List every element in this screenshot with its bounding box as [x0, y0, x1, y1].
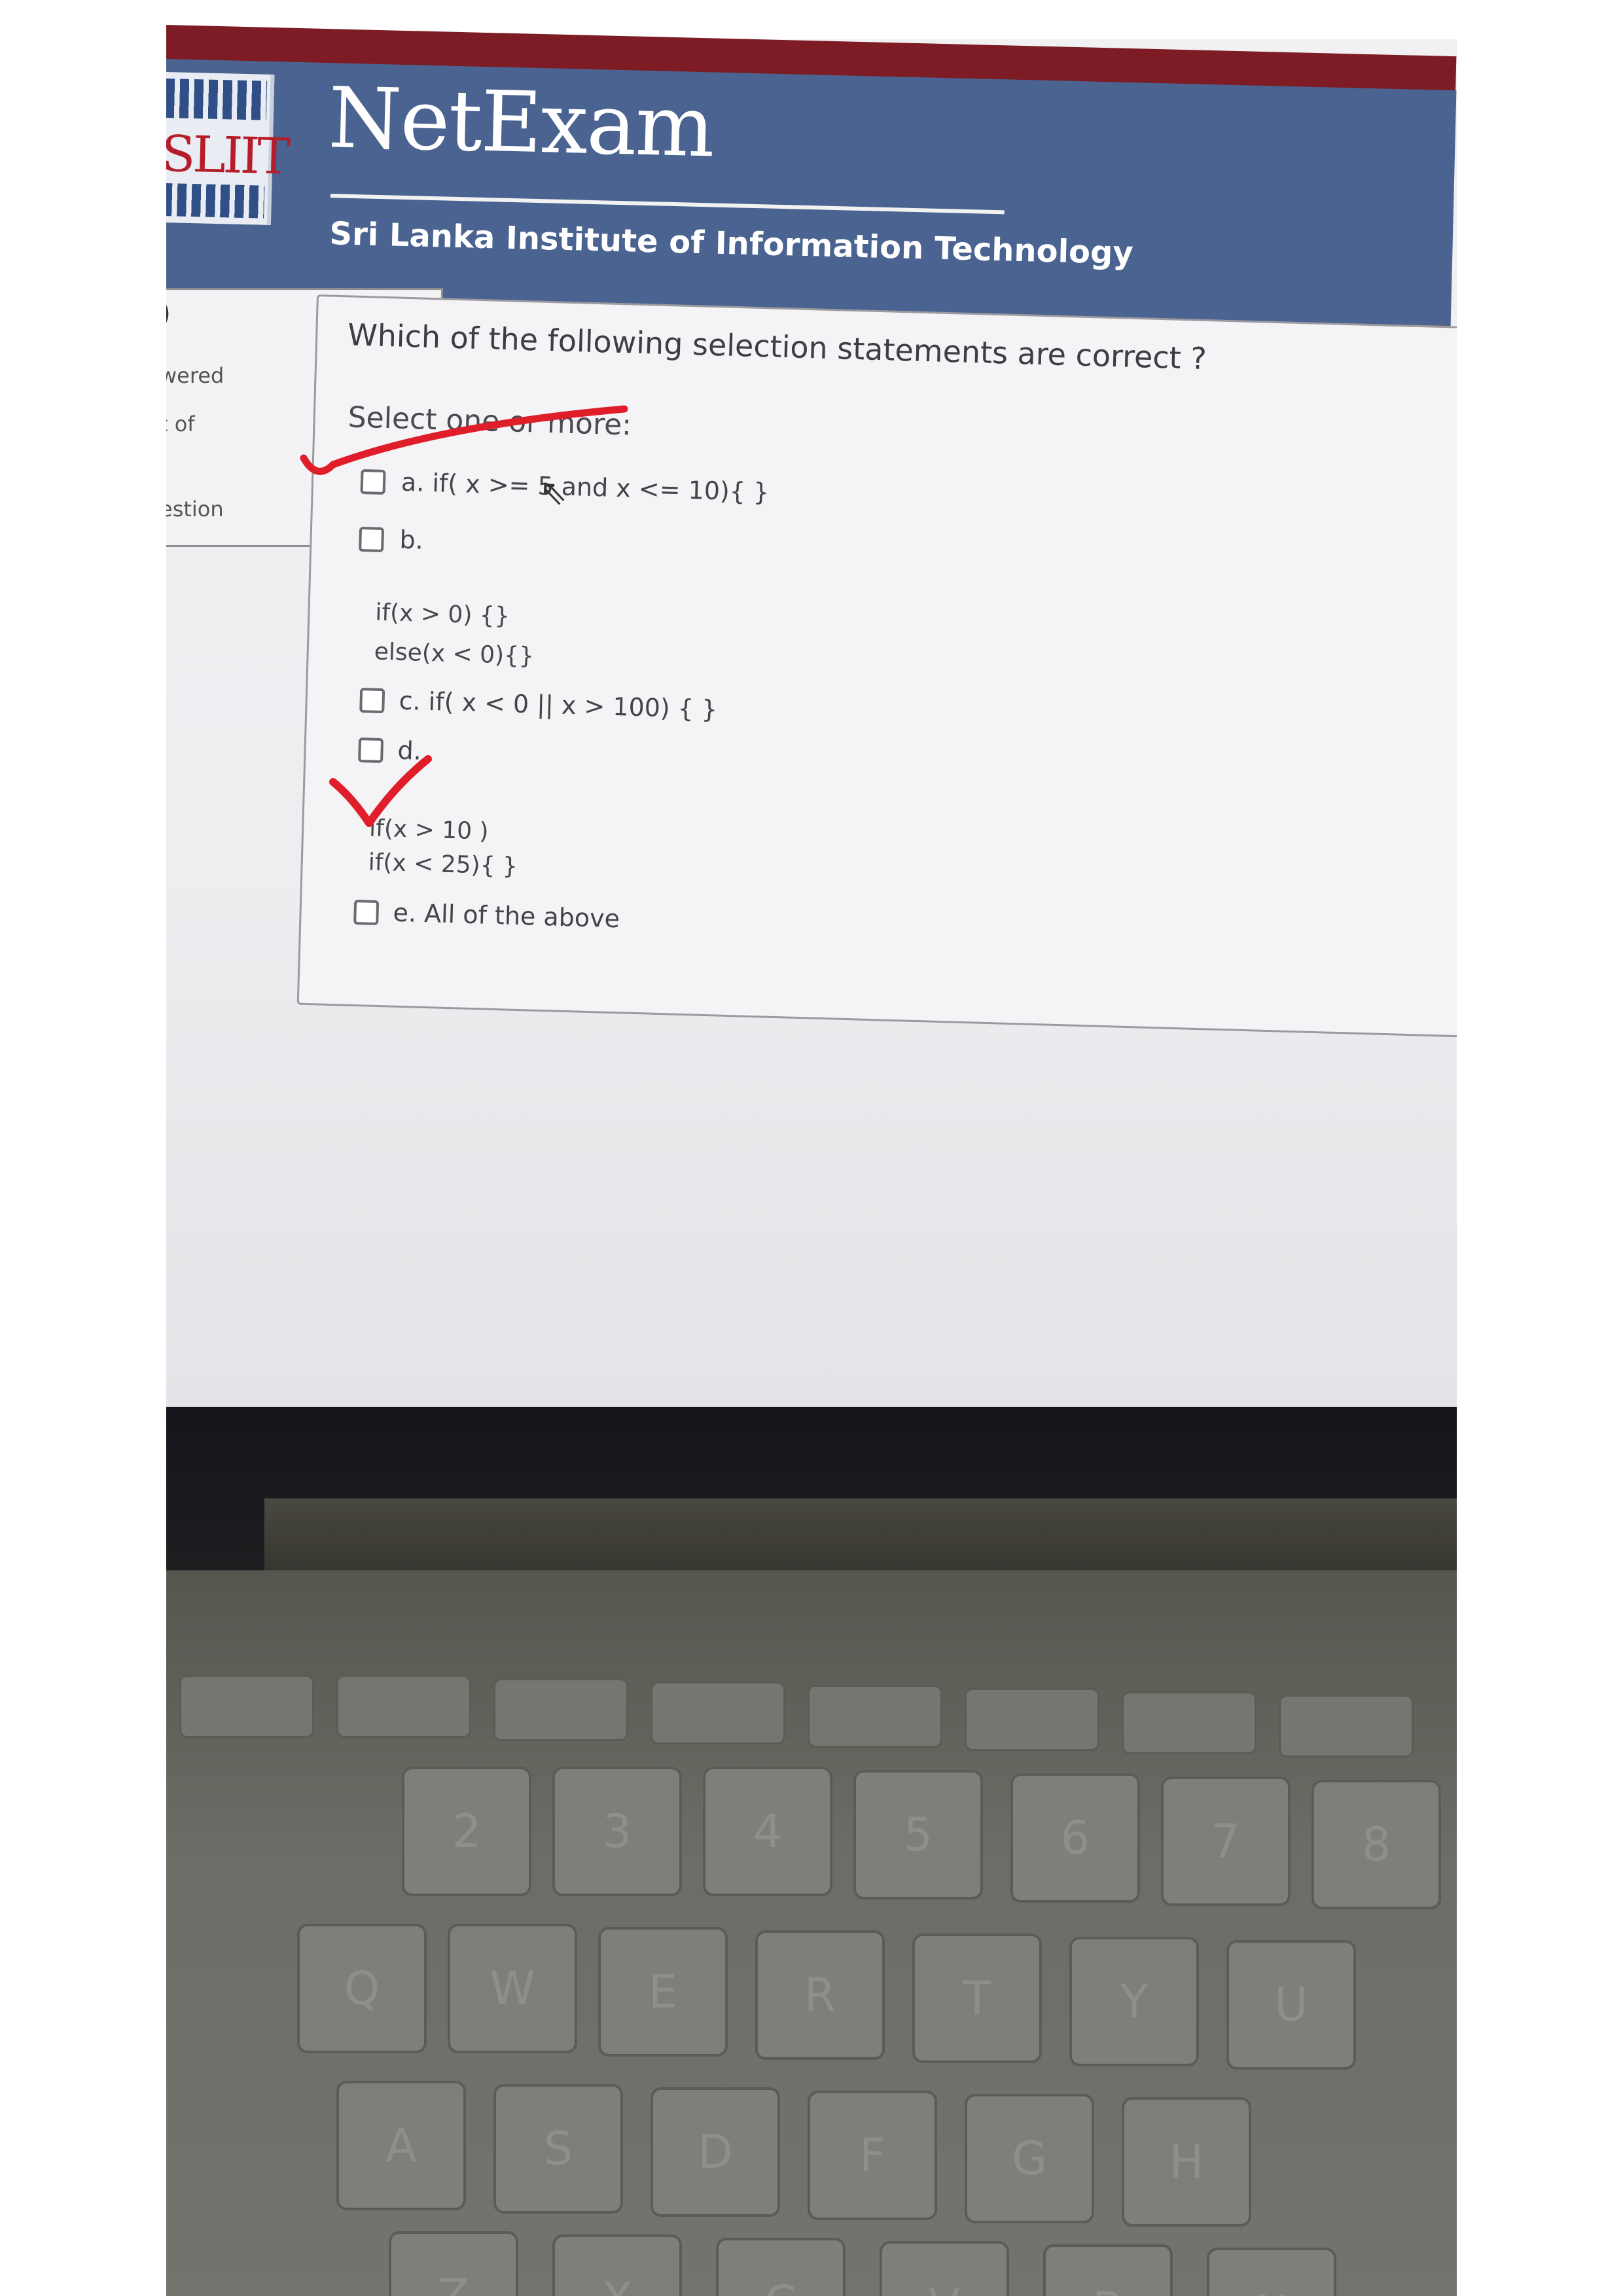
sliit-logo[interactable]: SLIIT — [166, 71, 289, 225]
key-c[interactable]: C — [716, 2238, 846, 2296]
key-v[interactable]: V — [880, 2241, 1009, 2296]
key-d[interactable]: D — [651, 2087, 780, 2217]
key-g[interactable]: G — [965, 2094, 1094, 2223]
sidebar-fragment: estion — [166, 497, 224, 521]
function-key[interactable] — [179, 1675, 314, 1738]
key-e[interactable]: E — [598, 1927, 728, 2057]
brand-title[interactable]: NetExam — [327, 69, 715, 177]
question-text: Which of the following selection stateme… — [347, 317, 1207, 376]
key-x[interactable]: X — [552, 2234, 682, 2296]
function-key[interactable] — [965, 1688, 1099, 1751]
option-b-code-line: else(x < 0){} — [374, 638, 535, 670]
function-key[interactable] — [493, 1678, 628, 1741]
brand-subtitle: Sri Lanka Institute of Information Techn… — [329, 215, 1134, 272]
key-z[interactable]: Z — [389, 2231, 518, 2296]
keyboard-deck: 2 3 4 5 6 7 8 Q W E R T Y U A S D F G H … — [166, 1570, 1457, 2296]
laptop-hinge — [264, 1498, 1457, 1577]
key-2[interactable]: 2 — [402, 1767, 531, 1896]
function-key[interactable] — [336, 1675, 471, 1738]
key-y[interactable]: Y — [1069, 1937, 1199, 2066]
red-tick-mark-icon — [329, 755, 432, 827]
key-t[interactable]: T — [912, 1934, 1042, 2063]
option-d-code-line: if(x < 25){ } — [368, 849, 518, 880]
key-7[interactable]: 7 — [1161, 1776, 1291, 1906]
key-r[interactable]: R — [755, 1930, 885, 2060]
key-a[interactable]: A — [336, 2081, 466, 2210]
key-4[interactable]: 4 — [703, 1767, 832, 1896]
option-b-label[interactable]: b. — [399, 525, 423, 555]
key-s[interactable]: S — [493, 2084, 623, 2214]
key-5[interactable]: 5 — [853, 1770, 983, 1899]
brand-divider — [330, 194, 1005, 215]
option-b-checkbox[interactable] — [359, 526, 385, 553]
key-3[interactable]: 3 — [552, 1767, 682, 1896]
key-h[interactable]: H — [1122, 2097, 1251, 2227]
key-n[interactable]: N — [1207, 2248, 1336, 2296]
option-c-label[interactable]: c. if( x < 0 || x > 100) { } — [399, 686, 718, 724]
function-key[interactable] — [1279, 1695, 1414, 1757]
logo-bottom-stripes — [166, 183, 265, 219]
sidebar-fragment: t of — [166, 412, 195, 436]
key-w[interactable]: W — [448, 1924, 577, 2053]
option-c-checkbox[interactable] — [359, 688, 385, 714]
logo-top-stripes — [166, 78, 268, 120]
photo-frame: SLIIT NetExam Sri Lanka Institute of Inf… — [166, 0, 1457, 2296]
sidebar-fragment: wered — [166, 363, 224, 388]
laptop-screen: SLIIT NetExam Sri Lanka Institute of Inf… — [166, 0, 1457, 1417]
red-tick-mark-icon — [300, 405, 628, 475]
option-b-code-line: if(x > 0) {} — [374, 599, 510, 630]
logo-text: SLIIT — [166, 124, 289, 186]
sidebar-fragment: ) — [166, 296, 171, 330]
key-u[interactable]: U — [1226, 1940, 1356, 2070]
key-8[interactable]: 8 — [1311, 1780, 1441, 1909]
option-e-checkbox[interactable] — [353, 899, 380, 926]
option-e-label[interactable]: e. All of the above — [393, 898, 620, 934]
function-key[interactable] — [651, 1682, 785, 1744]
key-q[interactable]: Q — [297, 1924, 427, 2053]
key-6[interactable]: 6 — [1010, 1773, 1140, 1903]
function-key[interactable] — [1122, 1691, 1257, 1754]
key-b[interactable]: B — [1043, 2244, 1173, 2296]
function-key[interactable] — [808, 1685, 942, 1748]
key-f[interactable]: F — [808, 2091, 937, 2220]
